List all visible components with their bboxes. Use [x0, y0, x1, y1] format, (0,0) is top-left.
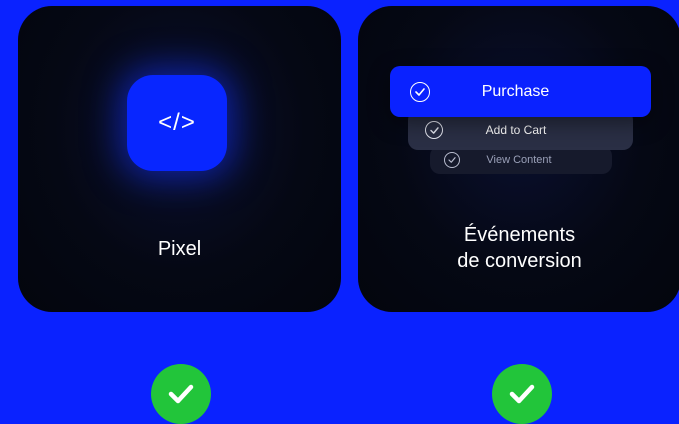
event-row-view-content: View Content: [430, 146, 612, 174]
conversion-events-label-line2: de conversion: [457, 250, 582, 272]
event-label-purchase: Purchase: [481, 82, 550, 100]
event-label-add-to-cart: Add to Cart: [485, 123, 547, 137]
check-circle-icon: [444, 152, 460, 168]
check-circle-icon: [425, 121, 443, 139]
pixel-label: Pixel: [157, 238, 202, 260]
code-icon-glyph: </>: [158, 109, 196, 136]
conversion-events-label: Événements de conversion: [358, 222, 679, 274]
pixel-status-check-icon: [151, 364, 211, 424]
pixel-card: </> Pixel: [18, 6, 341, 312]
event-row-purchase: Purchase: [390, 66, 651, 117]
event-label-view-content: View Content: [486, 154, 552, 166]
code-icon: </>: [127, 75, 227, 171]
conversion-events-label-line1: Événements: [463, 224, 576, 246]
events-status-check-icon: [492, 364, 552, 424]
check-circle-icon: [410, 81, 430, 102]
conversion-events-card: Purchase Add to Cart View Content Événem…: [358, 6, 679, 312]
